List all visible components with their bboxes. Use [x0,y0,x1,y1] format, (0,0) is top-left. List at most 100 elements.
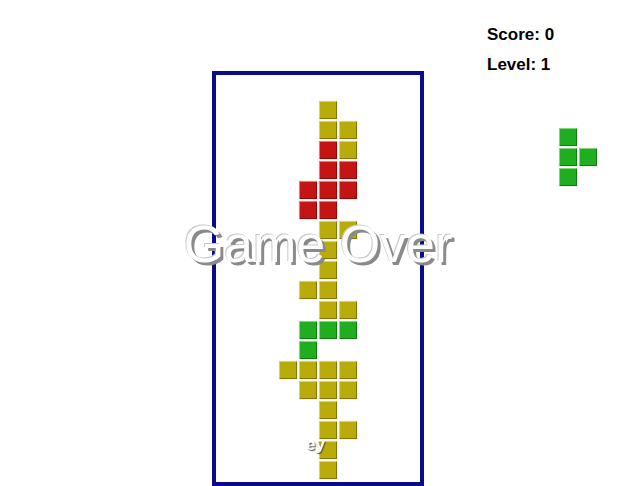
board-cell [378,140,398,160]
next-piece-cell [558,147,578,167]
board-cell [278,280,298,300]
board-cell [318,340,338,360]
board-cell [278,160,298,180]
hint-text: ey [306,434,325,456]
next-piece-cell [578,167,598,187]
board-cell [298,400,318,420]
board-cell [278,300,298,320]
board-cell [318,180,338,200]
board-cell [338,300,358,320]
board-cell [358,380,378,400]
board-cell [318,460,338,480]
board-cell [358,180,378,200]
next-piece [558,127,598,187]
board-cell [338,120,358,140]
next-piece-cell [558,127,578,147]
board-cell [338,160,358,180]
board-cell [218,420,238,440]
board-cell [238,320,258,340]
board-cell [378,160,398,180]
board-cell [218,80,238,100]
board-cell [338,420,358,440]
board-cell [238,400,258,420]
board-cell [238,300,258,320]
board-cell [318,300,338,320]
game-board [212,71,424,486]
board-cell [358,120,378,140]
board-cell [378,400,398,420]
board-cell [398,280,418,300]
board-cell [378,440,398,460]
board-cell [258,340,278,360]
board-cell [298,300,318,320]
board-cell [378,340,398,360]
board-cell [318,100,338,120]
board-cell [358,160,378,180]
board-cell [338,180,358,200]
board-cell [378,460,398,480]
next-piece-cell [578,147,598,167]
board-cell [398,120,418,140]
board-cell [398,100,418,120]
board-cell [218,360,238,380]
board-cell [218,340,238,360]
board-cell [358,340,378,360]
board-cell [378,120,398,140]
board-cell [258,320,278,340]
board-cell [338,320,358,340]
board-cell [398,460,418,480]
board-cell [278,180,298,200]
board-cell [278,320,298,340]
board-cell [238,460,258,480]
board-cell [398,160,418,180]
board-cell [398,360,418,380]
board-cell [278,400,298,420]
board-cell [318,80,338,100]
board-cell [218,320,238,340]
board-cell [278,80,298,100]
board-cell [298,160,318,180]
board-cell [358,460,378,480]
board-cell [298,320,318,340]
board-cell [398,140,418,160]
board-cell [378,80,398,100]
board-cell [238,140,258,160]
board-cell [338,280,358,300]
stats-panel: Score: 0 Level: 1 [487,25,554,75]
board-cell [358,400,378,420]
board-cell [398,400,418,420]
board-cell [298,280,318,300]
board-cell [258,380,278,400]
board-cell [378,100,398,120]
board-cell [378,300,398,320]
board-cell [218,300,238,320]
board-cell [298,140,318,160]
next-piece-cell [558,167,578,187]
board-cell [238,280,258,300]
board-cell [218,100,238,120]
board-cell [398,380,418,400]
board-cell [378,280,398,300]
board-cell [278,140,298,160]
board-cell [338,100,358,120]
board-cell [258,280,278,300]
board-cell [238,100,258,120]
board-cell [318,140,338,160]
board-cell [318,400,338,420]
board-cell [238,380,258,400]
board-cell [278,380,298,400]
board-cell [278,360,298,380]
board-cell [218,400,238,420]
board-cell [298,180,318,200]
board-cell [338,440,358,460]
board-cell [238,420,258,440]
board-cell [318,380,338,400]
board-cell [358,80,378,100]
board-cell [238,120,258,140]
board-cell [218,120,238,140]
board-cell [318,360,338,380]
board-cell [358,420,378,440]
board-cell [218,160,238,180]
board-cell [318,120,338,140]
board-cell [298,380,318,400]
